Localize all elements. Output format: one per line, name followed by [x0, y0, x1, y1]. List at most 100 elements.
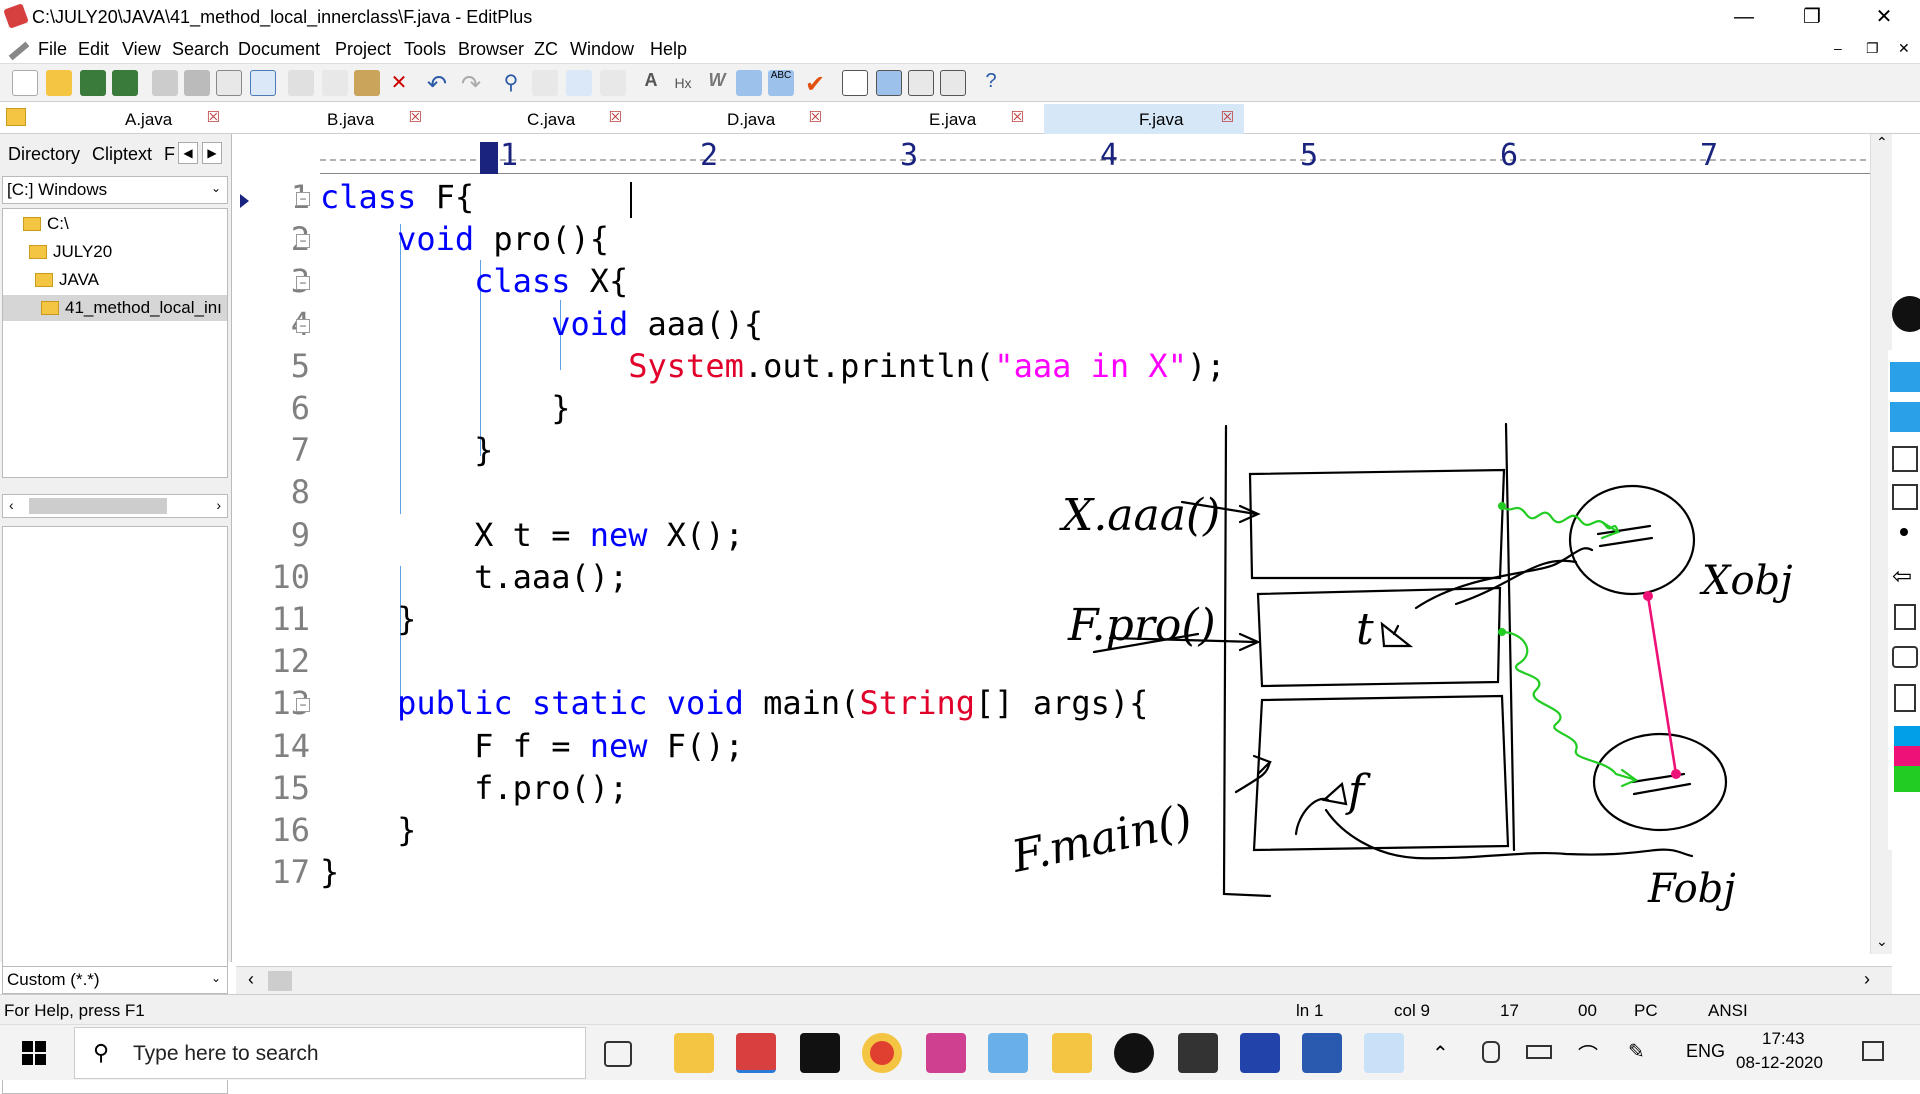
tab-close-icon[interactable]: ☒	[1221, 108, 1234, 126]
print-icon[interactable]	[184, 70, 210, 96]
open-folder-icon[interactable]	[46, 70, 72, 96]
tab-close-icon[interactable]: ☒	[207, 108, 220, 126]
chevron-right-icon[interactable]: ▶	[202, 142, 222, 164]
spellcheck-icon[interactable]	[216, 70, 242, 96]
goto-icon[interactable]	[600, 70, 626, 96]
eye-icon[interactable]	[1890, 362, 1920, 392]
trash-icon[interactable]	[1894, 604, 1916, 630]
menu-search[interactable]: Search	[172, 39, 229, 60]
tab-close-icon[interactable]: ☒	[809, 108, 822, 126]
window-cascade-icon[interactable]	[876, 70, 902, 96]
window-tile-icon[interactable]	[842, 70, 868, 96]
notepad-icon[interactable]	[988, 1033, 1028, 1073]
font-size-icon[interactable]: A	[638, 70, 664, 96]
notification-icon[interactable]	[1862, 1041, 1884, 1061]
word-icon[interactable]	[1302, 1033, 1342, 1073]
find-icon[interactable]: ⚲	[498, 70, 524, 96]
maximize-button[interactable]: ❐	[1784, 0, 1840, 34]
cut-icon[interactable]	[288, 70, 314, 96]
menu-edit[interactable]: Edit	[78, 39, 109, 60]
hex-icon[interactable]: Hx	[670, 70, 696, 96]
menu-file[interactable]: File	[38, 39, 67, 60]
arrow-left-icon[interactable]: ⇦	[1892, 562, 1912, 591]
tree-scrollbar[interactable]: ‹ ›	[2, 494, 228, 518]
clock-date[interactable]: 08-12-2020	[1736, 1053, 1823, 1073]
battery-icon[interactable]	[1526, 1045, 1552, 1059]
new-file-icon[interactable]	[12, 70, 38, 96]
checkmark-icon[interactable]: ✔	[802, 70, 828, 98]
mysql-icon[interactable]	[1178, 1033, 1218, 1073]
tab-b-java[interactable]: B.java ☒	[232, 104, 432, 134]
tab-e-java[interactable]: E.java ☒	[834, 104, 1034, 134]
tab-a-java[interactable]: A.java ☒	[30, 104, 230, 134]
tree-item-selected[interactable]: 41_method_local_inı	[3, 295, 227, 321]
word-wrap-icon[interactable]: W	[704, 70, 730, 96]
menu-document[interactable]: Document	[238, 39, 320, 60]
task-view-icon[interactable]	[604, 1041, 632, 1067]
language-indicator[interactable]: ENG	[1686, 1041, 1725, 1062]
menu-help[interactable]: Help	[650, 39, 687, 60]
code-editor[interactable]: 1 2 3 4 5 6 7 1−class F{2− void pro(){3−…	[236, 134, 1892, 966]
color-swatch-magenta[interactable]	[1894, 746, 1920, 766]
chevron-down-icon[interactable]: ⌄	[1876, 933, 1888, 950]
save-all-icon[interactable]	[112, 70, 138, 96]
menu-zc[interactable]: ZC	[534, 39, 558, 60]
menu-view[interactable]: View	[122, 39, 161, 60]
chevron-up-icon[interactable]: ⌃	[1432, 1041, 1449, 1066]
color-swatch-cyan[interactable]	[1894, 726, 1920, 746]
camera-icon[interactable]	[1892, 646, 1918, 668]
tab-d-java[interactable]: D.java ☒	[632, 104, 832, 134]
abc-icon[interactable]: ABC	[768, 70, 794, 96]
find-in-files-icon[interactable]	[566, 70, 592, 96]
paintbrush-icon[interactable]	[926, 1033, 966, 1073]
print-preview-icon[interactable]	[152, 70, 178, 96]
undo-icon[interactable]: ↶	[424, 70, 450, 98]
folder-icon[interactable]	[6, 108, 26, 126]
file-explorer-icon[interactable]	[674, 1033, 714, 1073]
tab-f-java[interactable]: F.java ☒	[1044, 104, 1244, 134]
directory-tree[interactable]: C:\ JULY20 JAVA 41_method_local_inı	[2, 208, 228, 478]
run-icon[interactable]	[940, 70, 966, 96]
tab-close-icon[interactable]: ☒	[1011, 108, 1024, 126]
menu-project[interactable]: Project	[335, 39, 391, 60]
chevron-left-icon[interactable]: ‹	[9, 497, 14, 513]
wifi-icon[interactable]: ⌒	[1578, 1039, 1598, 1068]
taskbar-search[interactable]: ⚲ Type here to search	[74, 1027, 586, 1079]
paste-icon[interactable]	[354, 70, 380, 96]
line-numbers-icon[interactable]	[736, 70, 762, 96]
filter-select[interactable]: Custom (*.*) ⌄	[2, 966, 228, 994]
horizontal-scrollbar[interactable]: ‹ ›	[236, 966, 1892, 994]
copy-icon[interactable]	[322, 70, 348, 96]
spider-app-icon[interactable]	[1240, 1033, 1280, 1073]
close-button[interactable]: ✕	[1856, 0, 1912, 34]
tab-c-java[interactable]: C.java ☒	[432, 104, 632, 134]
color-swatch-green[interactable]	[1894, 766, 1920, 792]
minimize-button[interactable]: —	[1716, 0, 1772, 34]
paint-icon[interactable]	[1364, 1033, 1404, 1073]
chevron-left-icon[interactable]: ‹	[248, 969, 254, 990]
chrome-icon[interactable]	[862, 1033, 902, 1073]
dot-icon[interactable]	[1900, 528, 1908, 536]
clock-time[interactable]: 17:43	[1762, 1029, 1805, 1049]
tab-close-icon[interactable]: ☒	[409, 108, 422, 126]
help-icon[interactable]: ?	[978, 70, 1004, 96]
sync-icon[interactable]	[250, 70, 276, 96]
tree-item[interactable]: JAVA	[35, 267, 99, 293]
drive-select[interactable]: [C:] Windows ⌄	[2, 176, 228, 204]
pen-icon[interactable]: ✎	[1628, 1039, 1645, 1064]
tab-close-icon[interactable]: ☒	[609, 108, 622, 126]
lightbulb-icon[interactable]	[1892, 296, 1920, 332]
notes-icon[interactable]	[1894, 684, 1916, 712]
replace-icon[interactable]	[532, 70, 558, 96]
touch-icon[interactable]	[1482, 1041, 1500, 1063]
lightbulb-icon[interactable]	[1114, 1033, 1154, 1073]
tree-item[interactable]: JULY20	[29, 239, 112, 265]
mdi-minimize-button[interactable]: –	[1834, 40, 1842, 56]
tab-more[interactable]: F	[164, 144, 175, 165]
tree-item[interactable]: C:\	[23, 211, 69, 237]
browser-icon[interactable]	[908, 70, 934, 96]
chevron-left-icon[interactable]: ◀	[178, 142, 198, 164]
editplus-taskbar-icon[interactable]	[736, 1033, 776, 1073]
menu-tools[interactable]: Tools	[404, 39, 446, 60]
chevron-right-icon[interactable]: ›	[216, 497, 221, 513]
